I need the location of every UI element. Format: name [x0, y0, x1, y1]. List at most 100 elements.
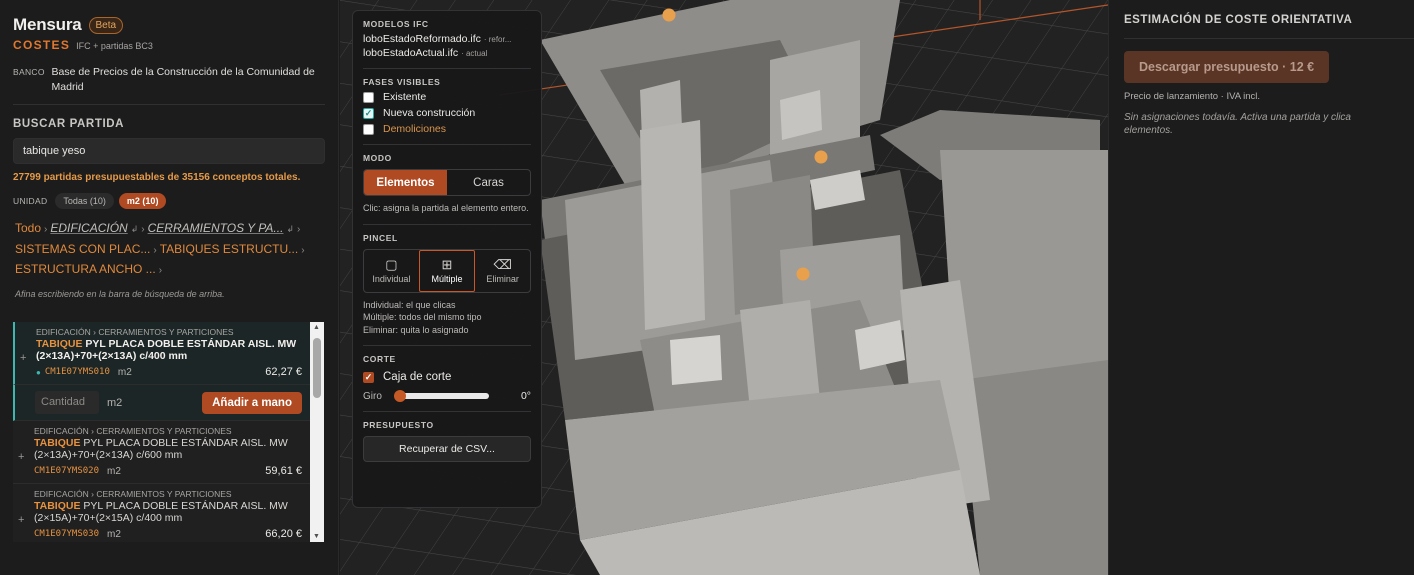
result-card[interactable]: + EDIFICACIÓN › CERRAMIENTOS Y PARTICION…	[13, 421, 310, 484]
search-section-title: BUSCAR PARTIDA	[13, 118, 125, 130]
mode-elementos-button[interactable]: Elementos	[364, 170, 447, 195]
unit-filter-m2[interactable]: m2 (10)	[118, 193, 167, 209]
cut-box-checkbox[interactable]: ✓ Caja de corte	[363, 371, 531, 383]
return-icon: ↲	[286, 224, 294, 234]
brush-multiple-button[interactable]: ⊞ Múltiple	[418, 249, 476, 292]
scroll-up-icon[interactable]: ▲	[313, 324, 320, 331]
result-category: EDIFICACIÓN › CERRAMIENTOS Y PARTICIONES	[36, 327, 234, 337]
marker	[796, 267, 810, 281]
unit-filter-all[interactable]: Todas (10)	[55, 193, 114, 209]
result-card-active[interactable]: + EDIFICACIÓN › CERRAMIENTOS Y PARTICION…	[13, 322, 310, 385]
checkbox-checked[interactable]: ✓	[363, 371, 374, 383]
breadcrumb-separator: ›	[153, 244, 157, 256]
left-sidebar: Mensura Beta COSTES IFC + partidas BC3 B…	[0, 0, 339, 575]
checkbox-unchecked[interactable]	[363, 123, 374, 135]
phase-demoliciones-checkbox[interactable]: Demoliciones	[363, 123, 531, 135]
module-subtitle: IFC + partidas BC3	[76, 41, 153, 51]
scroll-down-icon[interactable]: ▼	[313, 533, 320, 540]
brush-hint: Individual: el que clicas Múltiple: todo…	[363, 299, 531, 337]
result-category: EDIFICACIÓN › CERRAMIENTOS Y PARTICIONES	[34, 426, 232, 436]
brush-individual-button[interactable]: ▢ Individual	[364, 250, 419, 292]
phase-label: Existente	[383, 91, 427, 103]
budget-title: PRESUPUESTO	[363, 420, 434, 430]
result-code: CM1E07YMS020	[34, 466, 100, 476]
brush-label: Eliminar	[486, 273, 519, 284]
breadcrumb-item[interactable]: TABIQUES ESTRUCTU...	[160, 242, 298, 256]
quantity-unit: m2	[107, 396, 123, 409]
rotation-value: 0°	[520, 390, 531, 402]
mode-caras-button[interactable]: Caras	[447, 170, 530, 195]
result-meta: CM1E07YMS020 m2 59,61 €	[34, 465, 302, 477]
cut-section: CORTE ✓ Caja de corte Giro 0°	[363, 346, 531, 412]
ifc-model-item[interactable]: loboEstadoReformado.ifc · refor...	[363, 33, 531, 45]
result-price: 66,20 €	[265, 528, 302, 540]
rotation-slider-row: Giro 0°	[363, 390, 531, 402]
price-note: Precio de lanzamiento · IVA incl.	[1124, 91, 1261, 102]
expand-icon[interactable]: +	[18, 514, 24, 526]
result-code: CM1E07YMS030	[34, 529, 100, 539]
brush-eliminar-button[interactable]: ⌫ Eliminar	[475, 250, 530, 292]
result-title: TABIQUE PYL PLACA DOBLE ESTÁNDAR AISL. M…	[34, 437, 302, 461]
breadcrumb: Todo › EDIFICACIÓN ↲ › CERRAMIENTOS Y PA... ↲ ›…	[13, 219, 325, 281]
viewer-controls-panel: MODELOS IFC loboEstadoReformado.ifc · re…	[352, 10, 542, 508]
brand-row: Mensura Beta	[13, 15, 325, 35]
breadcrumb-item[interactable]: SISTEMAS CON PLAC...	[15, 242, 150, 256]
result-meta: CM1E07YMS030 m2 66,20 €	[34, 528, 302, 540]
breadcrumb-item[interactable]: ESTRUCTURA ANCHO ...	[15, 262, 156, 276]
checkbox-unchecked[interactable]	[363, 91, 374, 103]
module-row: COSTES IFC + partidas BC3	[13, 38, 325, 52]
expand-icon[interactable]: +	[18, 451, 24, 463]
mode-section: MODO Elementos Caras Clic: asigna la par…	[363, 145, 531, 225]
result-price: 62,27 €	[265, 366, 302, 378]
breadcrumb-item[interactable]: EDIFICACIÓN	[50, 221, 127, 235]
brush-section: PINCEL ▢ Individual ⊞ Múltiple ⌫ Eliminar I…	[363, 225, 531, 346]
budget-section: PRESUPUESTO Recuperar de CSV...	[363, 412, 531, 471]
add-manual-button[interactable]: Añadir a mano	[202, 391, 302, 414]
results-scrollbar[interactable]: ▲ ▼	[310, 322, 324, 542]
ifc-model-tag: · actual	[461, 49, 488, 58]
beta-badge: Beta	[88, 16, 124, 34]
phases-title: FASES VISIBLES	[363, 77, 441, 87]
result-card[interactable]: + EDIFICACIÓN › CERRAMIENTOS Y PARTICION…	[13, 484, 310, 542]
manual-add-row: Cantidad m2 Añadir a mano	[13, 385, 310, 421]
result-code: CM1E07YMS010	[44, 367, 110, 377]
breadcrumb-separator: ›	[296, 224, 301, 235]
return-icon: ↲	[130, 224, 139, 234]
quantity-input[interactable]: Cantidad	[35, 391, 99, 414]
result-category: EDIFICACIÓN › CERRAMIENTOS Y PARTICIONES	[34, 489, 232, 499]
breadcrumb-separator: ›	[44, 224, 48, 235]
right-sidebar: ESTIMACIÓN DE COSTE ORIENTATIVA Descarga…	[1108, 0, 1414, 575]
breadcrumb-item[interactable]: Todo	[15, 221, 41, 235]
price-bank: BANCO Base de Precios de la Construcción…	[13, 65, 325, 105]
rotation-slider[interactable]	[393, 390, 489, 402]
price-bank-value: Base de Precios de la Construcción de la…	[51, 66, 315, 93]
empty-assignments-text: Sin asignaciones todavía. Activa una par…	[1124, 112, 1351, 136]
marker	[662, 8, 676, 22]
expand-icon[interactable]: +	[20, 352, 26, 364]
result-unit: m2	[107, 465, 121, 477]
cut-title: CORTE	[363, 354, 396, 364]
rotation-label: Giro	[363, 390, 382, 402]
result-tag: TABIQUE	[36, 338, 83, 350]
mode-hint: Clic: asigna la partida al elemento ente…	[363, 203, 529, 213]
breadcrumb-item[interactable]: CERRAMIENTOS Y PA...	[148, 221, 284, 235]
results-list[interactable]: + EDIFICACIÓN › CERRAMIENTOS Y PARTICION…	[13, 322, 324, 542]
brush-hint-line: Eliminar: quita lo asignado	[363, 324, 469, 335]
brush-title: PINCEL	[363, 232, 398, 243]
checkbox-checked[interactable]: ✓	[363, 107, 374, 119]
ifc-model-tag: · refor...	[483, 35, 512, 44]
module-name: COSTES	[13, 38, 71, 52]
mode-title: MODO	[363, 153, 392, 163]
phase-nueva-checkbox[interactable]: ✓ Nueva construcción	[363, 107, 531, 119]
phase-label: Demoliciones	[383, 123, 447, 135]
recover-csv-button[interactable]: Recuperar de CSV...	[363, 436, 531, 462]
search-input[interactable]: tabique yeso	[13, 138, 325, 164]
breadcrumb-separator: ›	[301, 244, 305, 256]
breadcrumb-separator: ›	[141, 224, 145, 235]
scrollbar-thumb[interactable]	[313, 338, 321, 398]
price-bank-label: BANCO	[13, 67, 45, 77]
download-budget-button[interactable]: Descargar presupuesto · 12 €	[1124, 51, 1330, 83]
ifc-model-item[interactable]: loboEstadoActual.ifc · actual	[363, 47, 531, 59]
rotation-slider-handle[interactable]	[393, 390, 406, 402]
phase-existente-checkbox[interactable]: Existente	[363, 91, 531, 103]
